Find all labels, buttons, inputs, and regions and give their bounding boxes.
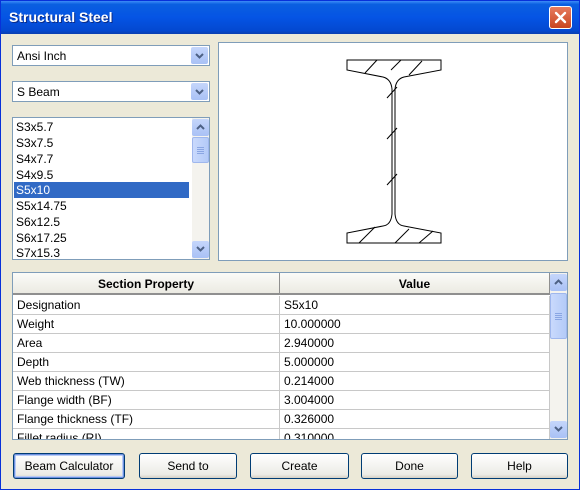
list-item[interactable]: S6x12.5 <box>14 214 189 230</box>
section-properties-table[interactable]: Section Property Value Designation S5x10… <box>12 272 568 440</box>
list-scrollbar[interactable] <box>192 118 209 259</box>
close-icon <box>554 11 567 24</box>
scroll-thumb[interactable] <box>192 137 209 163</box>
column-header-property[interactable]: Section Property <box>13 273 280 295</box>
table-row[interactable]: Designation S5x10 <box>13 296 550 315</box>
property-value: 10.000000 <box>280 315 550 334</box>
column-header-value[interactable]: Value <box>280 273 550 295</box>
scroll-up-button[interactable] <box>550 274 567 291</box>
section-size-list[interactable]: S3x5.7 S3x7.5 S4x7.7 S4x9.5 S5x10 S5x14.… <box>12 117 210 260</box>
property-name: Flange thickness (TF) <box>13 410 280 429</box>
unit-system-select[interactable]: Ansi Inch <box>12 45 210 66</box>
table-row[interactable]: Web thickness (TW) 0.214000 <box>13 372 550 391</box>
property-value: S5x10 <box>280 296 550 315</box>
property-value: 0.310000 <box>280 429 550 439</box>
list-item-selected[interactable]: S5x10 <box>14 182 189 198</box>
property-value: 2.940000 <box>280 334 550 353</box>
table-row[interactable]: Flange width (BF) 3.004000 <box>13 391 550 410</box>
shape-type-select[interactable]: S Beam <box>12 81 210 102</box>
structural-steel-dialog: Structural Steel Ansi Inch S Beam S3x5.7… <box>0 0 580 490</box>
title-bar[interactable]: Structural Steel <box>1 1 579 34</box>
window-title: Structural Steel <box>9 9 113 25</box>
property-value: 5.000000 <box>280 353 550 372</box>
list-item[interactable]: S4x9.5 <box>14 167 189 183</box>
create-button[interactable]: Create <box>250 453 349 479</box>
property-value: 3.004000 <box>280 391 550 410</box>
unit-system-value: Ansi Inch <box>17 49 67 63</box>
scroll-down-button[interactable] <box>192 241 209 258</box>
beam-calculator-button[interactable]: Beam Calculator <box>13 453 125 479</box>
table-row[interactable]: Depth 5.000000 <box>13 353 550 372</box>
table-row[interactable]: Area 2.940000 <box>13 334 550 353</box>
property-name: Designation <box>13 296 280 315</box>
close-button[interactable] <box>549 6 572 29</box>
property-name: Web thickness (TW) <box>13 372 280 391</box>
chevron-down-icon <box>554 426 563 432</box>
chevron-up-icon <box>554 279 563 285</box>
unit-system-dropdown-button[interactable] <box>191 47 208 64</box>
help-button[interactable]: Help <box>471 453 568 479</box>
section-preview <box>218 42 568 261</box>
scroll-up-button[interactable] <box>192 119 209 136</box>
property-value: 0.326000 <box>280 410 550 429</box>
chevron-up-icon <box>196 124 205 130</box>
scroll-down-button[interactable] <box>550 421 567 438</box>
scroll-thumb[interactable] <box>550 293 567 339</box>
table-scrollbar[interactable] <box>550 273 567 439</box>
chevron-down-icon <box>196 246 205 252</box>
property-name: Depth <box>13 353 280 372</box>
list-item[interactable]: S4x7.7 <box>14 151 189 167</box>
chevron-down-icon <box>195 89 204 95</box>
property-name: Weight <box>13 315 280 334</box>
list-item[interactable]: S3x5.7 <box>14 119 189 135</box>
property-value: 0.214000 <box>280 372 550 391</box>
table-header: Section Property Value <box>13 273 550 295</box>
list-item[interactable]: S5x14.75 <box>14 198 189 214</box>
chevron-down-icon <box>195 53 204 59</box>
s-beam-section-drawing <box>346 59 442 244</box>
property-name: Fillet radius (RI) <box>13 429 280 439</box>
shape-type-value: S Beam <box>17 85 60 99</box>
table-row[interactable]: Flange thickness (TF) 0.326000 <box>13 410 550 429</box>
done-button[interactable]: Done <box>361 453 458 479</box>
list-item[interactable]: S6x17.25 <box>14 230 189 246</box>
table-row[interactable]: Weight 10.000000 <box>13 315 550 334</box>
send-to-button[interactable]: Send to <box>139 453 237 479</box>
property-name: Area <box>13 334 280 353</box>
list-item[interactable]: S3x7.5 <box>14 135 189 151</box>
list-item[interactable]: S7x15.3 <box>14 245 189 259</box>
property-name: Flange width (BF) <box>13 391 280 410</box>
table-row[interactable]: Fillet radius (RI) 0.310000 <box>13 429 550 439</box>
shape-type-dropdown-button[interactable] <box>191 83 208 100</box>
